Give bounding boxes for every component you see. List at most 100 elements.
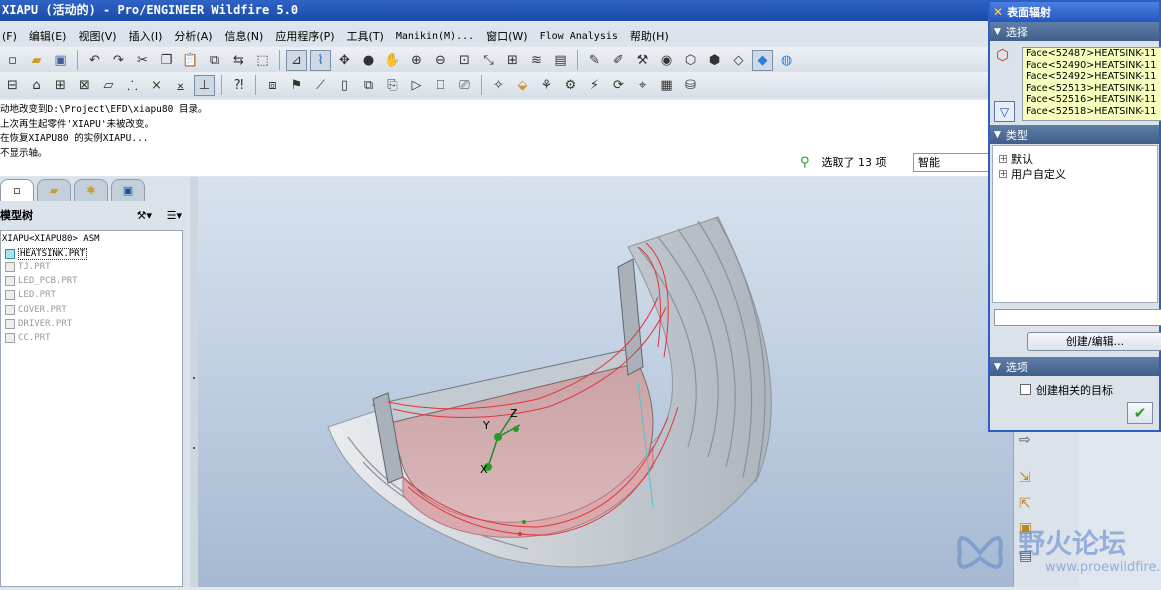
constraint-icon[interactable]: ⚘ <box>536 75 557 96</box>
frame-icon[interactable]: ⎕ <box>430 75 451 96</box>
wireframe-icon[interactable]: ⬡ <box>680 50 701 71</box>
open-folder-icon[interactable]: ▰ <box>26 50 47 71</box>
menu-help[interactable]: 帮助(H) <box>625 28 676 44</box>
save-icon[interactable]: ▣ <box>50 50 71 71</box>
edit-icon[interactable]: ✎ <box>584 50 605 71</box>
no-hidden-icon[interactable]: ◇ <box>728 50 749 71</box>
paste-icon[interactable]: 📋 <box>180 50 201 71</box>
spin-center-icon[interactable]: ✥ <box>334 50 355 71</box>
selection-list[interactable]: Face<52487>HEATSINK-11 Face<52490>HEATSI… <box>1022 47 1161 121</box>
assembly-icon[interactable]: ⚡ <box>584 75 605 96</box>
panel-splitter[interactable] <box>190 177 198 587</box>
datum-csys-icon[interactable]: ⨯ <box>146 75 167 96</box>
list-item[interactable]: Face<52513>HEATSINK-11 <box>1026 83 1161 95</box>
select-box-icon[interactable]: ⬚ <box>252 50 273 71</box>
edit-sheet-icon[interactable]: ⎘ <box>382 75 403 96</box>
measure-icon[interactable]: ⌖ <box>632 75 653 96</box>
datum-point-icon[interactable]: ⸫ <box>122 75 143 96</box>
datum-table-icon[interactable]: ⊞ <box>50 75 71 96</box>
datum-coordinate-icon[interactable]: ⊥ <box>194 74 215 96</box>
tree-show-icon[interactable]: ☰▾ <box>167 209 182 222</box>
paste-special-icon[interactable]: ⧉ <box>204 50 225 71</box>
section-header-select[interactable]: ▼ 选择 <box>990 22 1159 41</box>
menu-applications[interactable]: 应用程序(P) <box>270 28 341 44</box>
export-icon[interactable]: ⇱ <box>1019 496 1031 512</box>
menu-flow-analysis[interactable]: Flow Analysis <box>535 31 625 42</box>
context-help-icon[interactable]: ⁈ <box>228 75 249 96</box>
shaded-icon[interactable]: ◆ <box>752 49 773 71</box>
sketch-icon[interactable]: ⊿ <box>286 49 307 71</box>
copy-icon[interactable]: ❐ <box>156 50 177 71</box>
tree-item-cc[interactable]: CC.PRT <box>5 333 51 343</box>
component-icon[interactable]: ⧈ <box>262 75 283 96</box>
tab-folder-browser[interactable]: ▰ <box>37 179 71 201</box>
create-related-target-checkbox[interactable] <box>1020 384 1031 395</box>
menu-info[interactable]: 信息(N) <box>220 28 271 44</box>
report-icon[interactable]: ▦ <box>656 75 677 96</box>
tree-root[interactable]: XIAPU<XIAPU80> ASM <box>2 234 100 244</box>
pattern-icon[interactable]: ✧ <box>488 75 509 96</box>
tree-item-driver[interactable]: DRIVER.PRT <box>5 319 72 329</box>
menu-manikin[interactable]: Manikin(M)... <box>391 31 481 42</box>
undo-icon[interactable]: ↶ <box>84 50 105 71</box>
motion-icon[interactable]: ⟳ <box>608 75 629 96</box>
snap-icon[interactable]: ⟋ <box>310 75 331 96</box>
section-header-options[interactable]: ▼ 选项 <box>990 357 1159 376</box>
datum-curve-icon[interactable]: ▱ <box>98 75 119 96</box>
datum-offset-icon[interactable]: ⨱ <box>170 75 191 96</box>
tab-favorites[interactable]: ✱ <box>74 179 108 201</box>
copy-sheet-icon[interactable]: ⧉ <box>358 75 379 96</box>
heatsink-model[interactable]: Y Z X <box>198 177 1013 587</box>
pan-hand-icon[interactable]: ✋ <box>382 50 403 71</box>
annotate-icon[interactable]: ✐ <box>608 50 629 71</box>
create-edit-button[interactable]: 创建/编辑... <box>1027 332 1161 351</box>
list-item[interactable]: Face<52492>HEATSINK-11 <box>1026 71 1161 83</box>
datum-axis-icon[interactable]: ⌂ <box>26 75 47 96</box>
layers-icon[interactable]: ≋ <box>526 50 547 71</box>
tree-settings-icon[interactable]: ⚒▾ <box>137 209 152 222</box>
tree-item-cover[interactable]: COVER.PRT <box>5 305 67 315</box>
package-icon[interactable]: ⬙ <box>512 75 533 96</box>
tab-model-tree[interactable]: ▫ <box>0 179 34 201</box>
new-file-icon[interactable]: ▫ <box>2 50 23 71</box>
database-icon[interactable]: ⛁ <box>680 75 701 96</box>
play-icon[interactable]: ▷ <box>406 75 427 96</box>
snapshot-icon[interactable]: ⎚ <box>454 75 475 96</box>
regenerate-icon[interactable]: ⇆ <box>228 50 249 71</box>
tab-connections[interactable]: ▣ <box>111 179 145 201</box>
list-item[interactable]: Face<52490>HEATSINK-11 <box>1026 60 1161 72</box>
selection-filter-dropdown[interactable]: 智能 <box>913 153 990 172</box>
menu-file[interactable]: (F) <box>0 30 24 43</box>
arrow-icon[interactable]: ⇨ <box>1019 432 1031 448</box>
import-icon[interactable]: ⇲ <box>1019 470 1031 486</box>
hidden-icon[interactable]: ⬢ <box>704 50 725 71</box>
expand-icon[interactable]: + <box>999 155 1007 163</box>
zoom-in-icon[interactable]: ⊕ <box>406 50 427 71</box>
saved-views-icon[interactable]: ⊞ <box>502 50 523 71</box>
type-item-user-defined[interactable]: + 用户自定义 <box>999 166 1066 182</box>
hidden-line-icon[interactable]: ⚒ <box>632 50 653 71</box>
ok-checkmark-button[interactable]: ✔ <box>1127 402 1153 424</box>
filter-icon[interactable]: ▽ <box>994 101 1015 122</box>
view-manager-icon[interactable]: ▤ <box>550 50 571 71</box>
paper-icon[interactable]: ▯ <box>334 75 355 96</box>
tree-item-heatsink[interactable]: HEATSINK.PRT <box>5 248 88 260</box>
menu-analysis[interactable]: 分析(A) <box>169 28 219 44</box>
menu-view[interactable]: 视图(V) <box>73 28 123 44</box>
tree-item-tj[interactable]: TJ.PRT <box>5 262 51 272</box>
shading-sphere-icon[interactable]: ● <box>358 50 379 71</box>
eye-icon[interactable]: ◉ <box>656 50 677 71</box>
list-item[interactable]: Face<52518>HEATSINK-11 <box>1026 106 1161 118</box>
menu-tools[interactable]: 工具(T) <box>342 28 391 44</box>
mechanism-icon[interactable]: ⚙ <box>560 75 581 96</box>
datum-display-icon[interactable]: ⌇ <box>310 49 331 71</box>
type-item-default[interactable]: + 默认 <box>999 151 1033 167</box>
globe-icon[interactable]: ◍ <box>776 50 797 71</box>
refit-icon[interactable]: ⊡ <box>454 50 475 71</box>
menu-window[interactable]: 窗口(W) <box>481 28 534 44</box>
zoom-out-icon[interactable]: ⊖ <box>430 50 451 71</box>
tree-item-led-pcb[interactable]: LED_PCB.PRT <box>5 276 78 286</box>
datum-grid-icon[interactable]: ⊠ <box>74 75 95 96</box>
cut-icon[interactable]: ✂ <box>132 50 153 71</box>
graphics-viewport[interactable]: Y Z X <box>198 177 1013 587</box>
